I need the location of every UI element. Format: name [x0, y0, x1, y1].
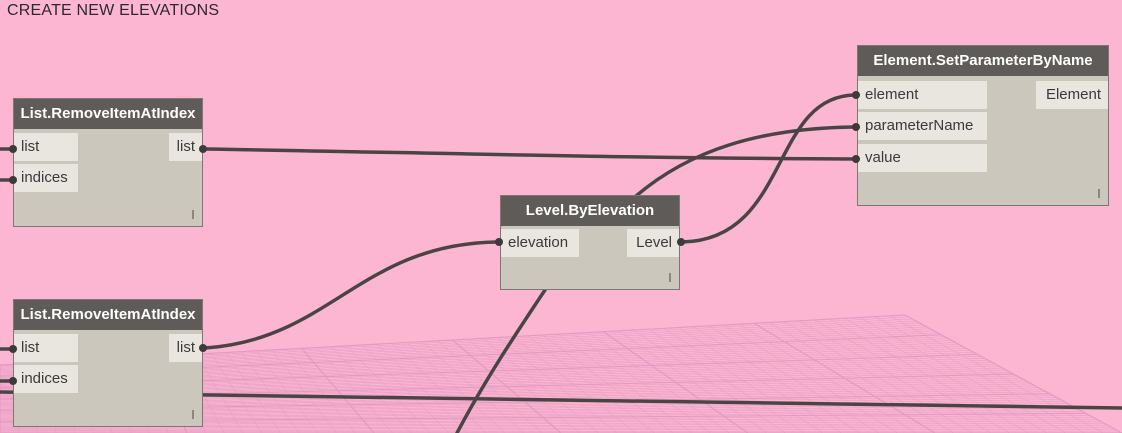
node-resize-indicator: [669, 273, 671, 282]
node-resize-indicator: [1098, 189, 1100, 198]
input-port-indices[interactable]: indices: [14, 164, 78, 192]
wire-list2-to-elevation[interactable]: [203, 240, 499, 350]
output-connector-dot[interactable]: [677, 238, 685, 246]
node-title[interactable]: Level.ByElevation: [501, 196, 679, 226]
input-port-list[interactable]: list: [14, 133, 78, 161]
node-level-byelevation[interactable]: Level.ByElevation elevation Level: [500, 195, 680, 290]
node-list-removeitematindex-2[interactable]: List.RemoveItemAtIndex list indices list: [13, 299, 203, 427]
wire-level-to-element[interactable]: [680, 93, 857, 244]
output-port-level[interactable]: Level: [627, 229, 679, 257]
node-resize-indicator: [192, 410, 194, 419]
output-port-list[interactable]: list: [169, 334, 202, 362]
output-port-list[interactable]: list: [169, 133, 202, 161]
node-element-setparameterbyname[interactable]: Element.SetParameterByName element param…: [857, 45, 1109, 206]
input-connector-dot[interactable]: [9, 145, 17, 153]
input-port-indices[interactable]: indices: [14, 365, 78, 393]
group-title: CREATE NEW ELEVATIONS: [7, 2, 220, 19]
input-connector-dot[interactable]: [852, 155, 860, 163]
node-title[interactable]: List.RemoveItemAtIndex: [14, 99, 202, 129]
node-title[interactable]: Element.SetParameterByName: [858, 46, 1108, 76]
input-connector-dot[interactable]: [852, 123, 860, 131]
wire-list1-to-value[interactable]: [203, 147, 857, 161]
output-port-element[interactable]: Element: [1036, 81, 1108, 109]
output-connector-dot[interactable]: [199, 145, 207, 153]
input-port-value[interactable]: value: [858, 144, 987, 172]
input-connector-dot[interactable]: [852, 91, 860, 99]
input-connector-dot[interactable]: [9, 176, 17, 184]
node-list-removeitematindex-1[interactable]: List.RemoveItemAtIndex list indices list: [13, 98, 203, 227]
input-connector-dot[interactable]: [9, 345, 17, 353]
node-title[interactable]: List.RemoveItemAtIndex: [14, 300, 202, 330]
input-connector-dot[interactable]: [9, 377, 17, 385]
output-connector-dot[interactable]: [199, 344, 207, 352]
input-port-parametername[interactable]: parameterName: [858, 112, 987, 140]
input-port-element[interactable]: element: [858, 81, 987, 109]
input-connector-dot[interactable]: [495, 238, 503, 246]
node-resize-indicator: [192, 210, 194, 219]
wire-param-to-parametername[interactable]: [634, 125, 857, 198]
input-port-elevation[interactable]: elevation: [501, 229, 579, 257]
input-port-list[interactable]: list: [14, 334, 78, 362]
